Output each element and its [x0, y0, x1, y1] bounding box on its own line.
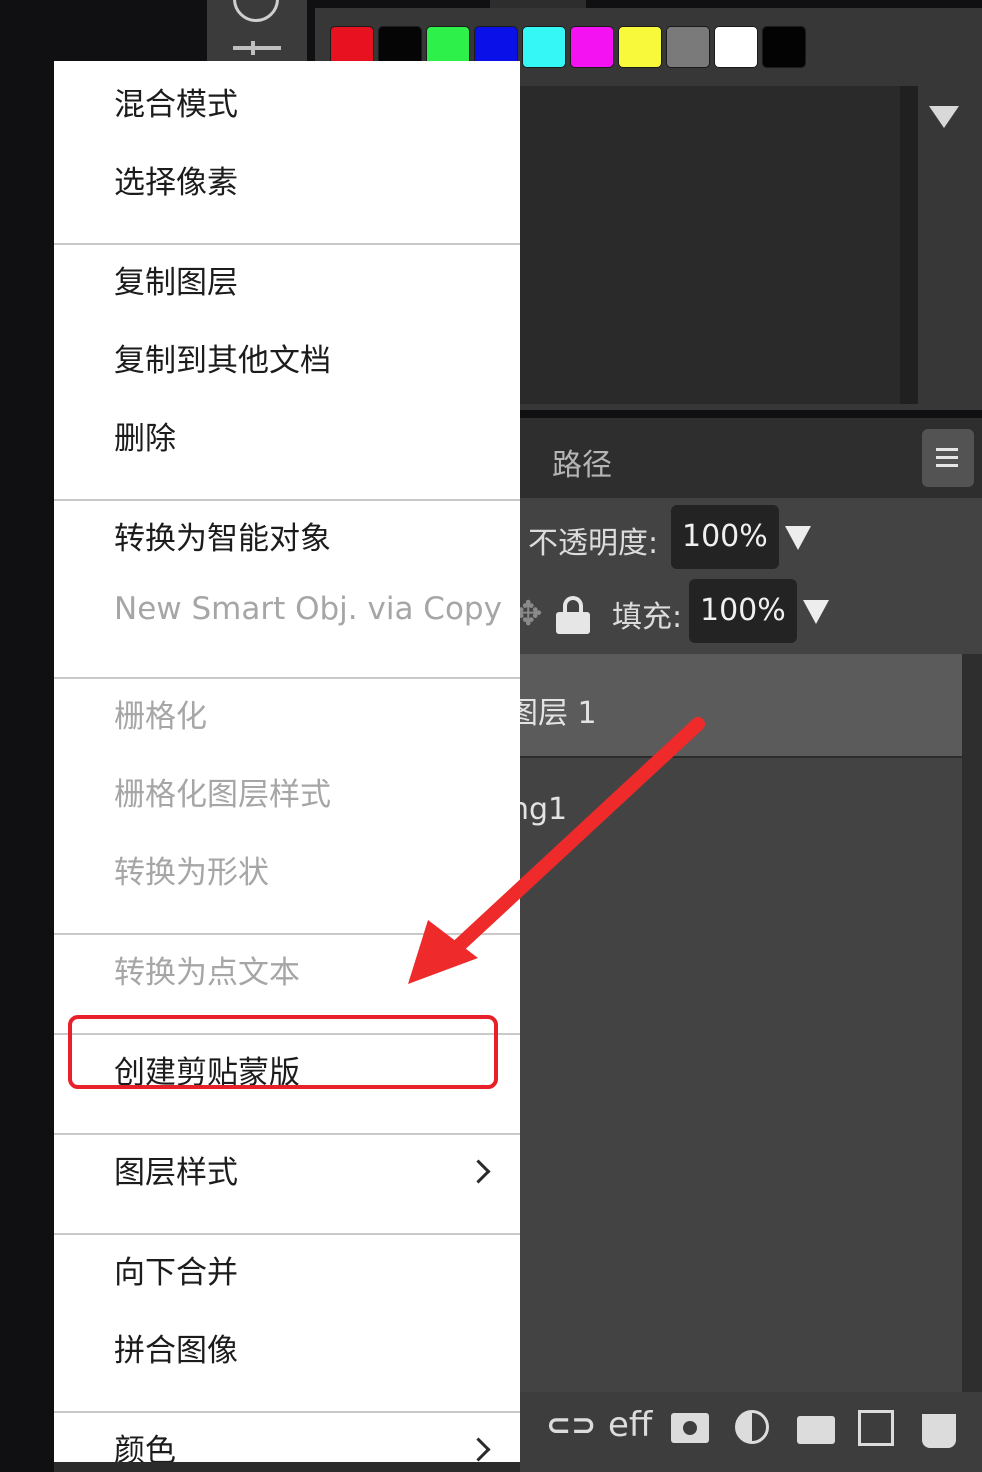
annotation-arrow-icon	[408, 717, 705, 984]
